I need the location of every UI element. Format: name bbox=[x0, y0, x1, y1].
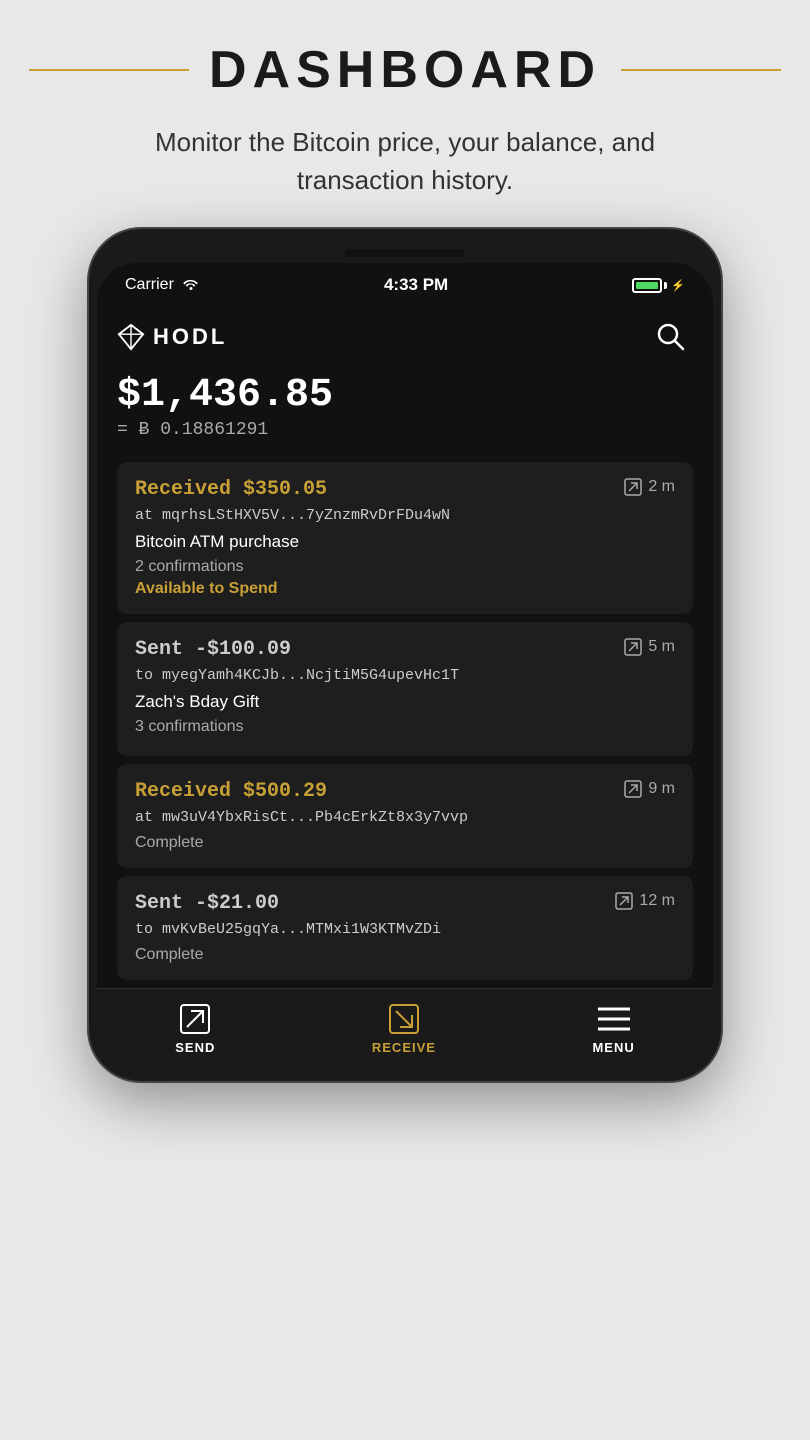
tx-amount: Sent -$21.00 bbox=[135, 892, 279, 915]
status-bar: Carrier 4:33 PM ⚡ bbox=[97, 263, 713, 303]
tx-confirmations: 3 confirmations bbox=[135, 718, 675, 736]
transaction-item[interactable]: Sent -$21.00 12 m to mvKvBeU25gqYa...MTM… bbox=[117, 876, 693, 980]
balance-btc: = Ƀ 0.18861291 bbox=[117, 420, 693, 440]
tx-arrow-out-icon bbox=[615, 892, 633, 910]
bottom-nav: SEND RECEIVE bbox=[97, 988, 713, 1073]
transaction-item[interactable]: Received $350.05 2 m at mqrhsLStHXV5V...… bbox=[117, 462, 693, 614]
tx-status: Complete bbox=[135, 834, 675, 852]
tx-address: at mqrhsLStHXV5V...7yZnzmRvDrFDu4wN bbox=[135, 507, 675, 524]
tx-time: 9 m bbox=[624, 780, 675, 798]
battery-fill bbox=[636, 282, 658, 289]
transaction-item[interactable]: Sent -$100.09 5 m to myegYamh4KCJb...Ncj… bbox=[117, 622, 693, 756]
tx-status: Complete bbox=[135, 946, 675, 964]
balance-equals: = Ƀ 0.18861291 bbox=[117, 420, 268, 440]
hodl-logo-text: HODL bbox=[153, 324, 227, 350]
nav-receive[interactable]: RECEIVE bbox=[372, 1003, 436, 1055]
tx-time-label: 5 m bbox=[648, 638, 675, 656]
wifi-icon bbox=[182, 276, 200, 295]
phone-notch-bar bbox=[97, 249, 713, 257]
tx-arrow-in-icon bbox=[624, 780, 642, 798]
battery-icon: ⚡ bbox=[632, 278, 685, 293]
tx-amount: Received $350.05 bbox=[135, 478, 327, 501]
tx-header-row: Received $500.29 9 m bbox=[135, 780, 675, 803]
receive-icon bbox=[388, 1003, 420, 1035]
tx-time: 5 m bbox=[624, 638, 675, 656]
tx-time-label: 2 m bbox=[648, 478, 675, 496]
phone-screen: Carrier 4:33 PM ⚡ bbox=[97, 263, 713, 1073]
tx-status: Available to Spend bbox=[135, 580, 675, 598]
battery-body bbox=[632, 278, 662, 293]
transaction-item[interactable]: Received $500.29 9 m at mw3uV4YbxRisCt..… bbox=[117, 764, 693, 868]
tx-address: to myegYamh4KCJb...NcjtiM5G4upevHc1T bbox=[135, 667, 675, 684]
battery-tip bbox=[664, 282, 667, 289]
page-title: DASHBOARD bbox=[209, 40, 601, 100]
balance-section: $1,436.85 = Ƀ 0.18861291 bbox=[117, 373, 693, 440]
title-row: DASHBOARD bbox=[20, 40, 790, 100]
menu-icon bbox=[598, 1003, 630, 1035]
send-icon bbox=[179, 1003, 211, 1035]
tx-confirmations: 2 confirmations bbox=[135, 558, 675, 576]
tx-time: 2 m bbox=[624, 478, 675, 496]
tx-time-label: 9 m bbox=[648, 780, 675, 798]
tx-address: at mw3uV4YbxRisCt...Pb4cErkZt8x3y7vvp bbox=[135, 809, 675, 826]
tx-header-row: Sent -$100.09 5 m bbox=[135, 638, 675, 661]
nav-send[interactable]: SEND bbox=[175, 1003, 215, 1055]
tx-label: Zach's Bday Gift bbox=[135, 692, 675, 712]
tx-header-row: Sent -$21.00 12 m bbox=[135, 892, 675, 915]
tx-label: Bitcoin ATM purchase bbox=[135, 532, 675, 552]
tx-amount: Sent -$100.09 bbox=[135, 638, 291, 661]
app-header: HODL bbox=[117, 315, 693, 359]
battery-bolt-icon: ⚡ bbox=[671, 279, 685, 292]
tx-arrow-in-icon bbox=[624, 478, 642, 496]
phone-notch bbox=[345, 249, 465, 257]
status-time: 4:33 PM bbox=[384, 275, 448, 295]
phone-frame: Carrier 4:33 PM ⚡ bbox=[89, 229, 721, 1081]
search-button[interactable] bbox=[649, 315, 693, 359]
title-line-right bbox=[621, 69, 781, 71]
page-subtitle: Monitor the Bitcoin price, your balance,… bbox=[115, 124, 695, 199]
balance-usd: $1,436.85 bbox=[117, 373, 693, 418]
tx-address: to mvKvBeU25gqYa...MTMxi1W3KTMvZDi bbox=[135, 921, 675, 938]
header-section: DASHBOARD Monitor the Bitcoin price, you… bbox=[0, 0, 810, 229]
tx-time-label: 12 m bbox=[639, 892, 675, 910]
carrier-label: Carrier bbox=[125, 276, 174, 294]
title-line-left bbox=[29, 69, 189, 71]
tx-arrow-out-icon bbox=[624, 638, 642, 656]
tx-header-row: Received $350.05 2 m bbox=[135, 478, 675, 501]
hodl-logo: HODL bbox=[117, 323, 227, 351]
nav-menu[interactable]: MENU bbox=[592, 1003, 634, 1055]
nav-receive-label: RECEIVE bbox=[372, 1040, 436, 1055]
tx-amount: Received $500.29 bbox=[135, 780, 327, 803]
status-left: Carrier bbox=[125, 276, 200, 295]
status-right: ⚡ bbox=[632, 278, 685, 293]
nav-send-label: SEND bbox=[175, 1040, 215, 1055]
hodl-diamond-icon bbox=[117, 323, 145, 351]
tx-time: 12 m bbox=[615, 892, 675, 910]
transaction-list: Received $350.05 2 m at mqrhsLStHXV5V...… bbox=[117, 462, 693, 980]
app-content: HODL $1,436.85 = Ƀ 0.18861291 bbox=[97, 303, 713, 980]
nav-menu-label: MENU bbox=[592, 1040, 634, 1055]
